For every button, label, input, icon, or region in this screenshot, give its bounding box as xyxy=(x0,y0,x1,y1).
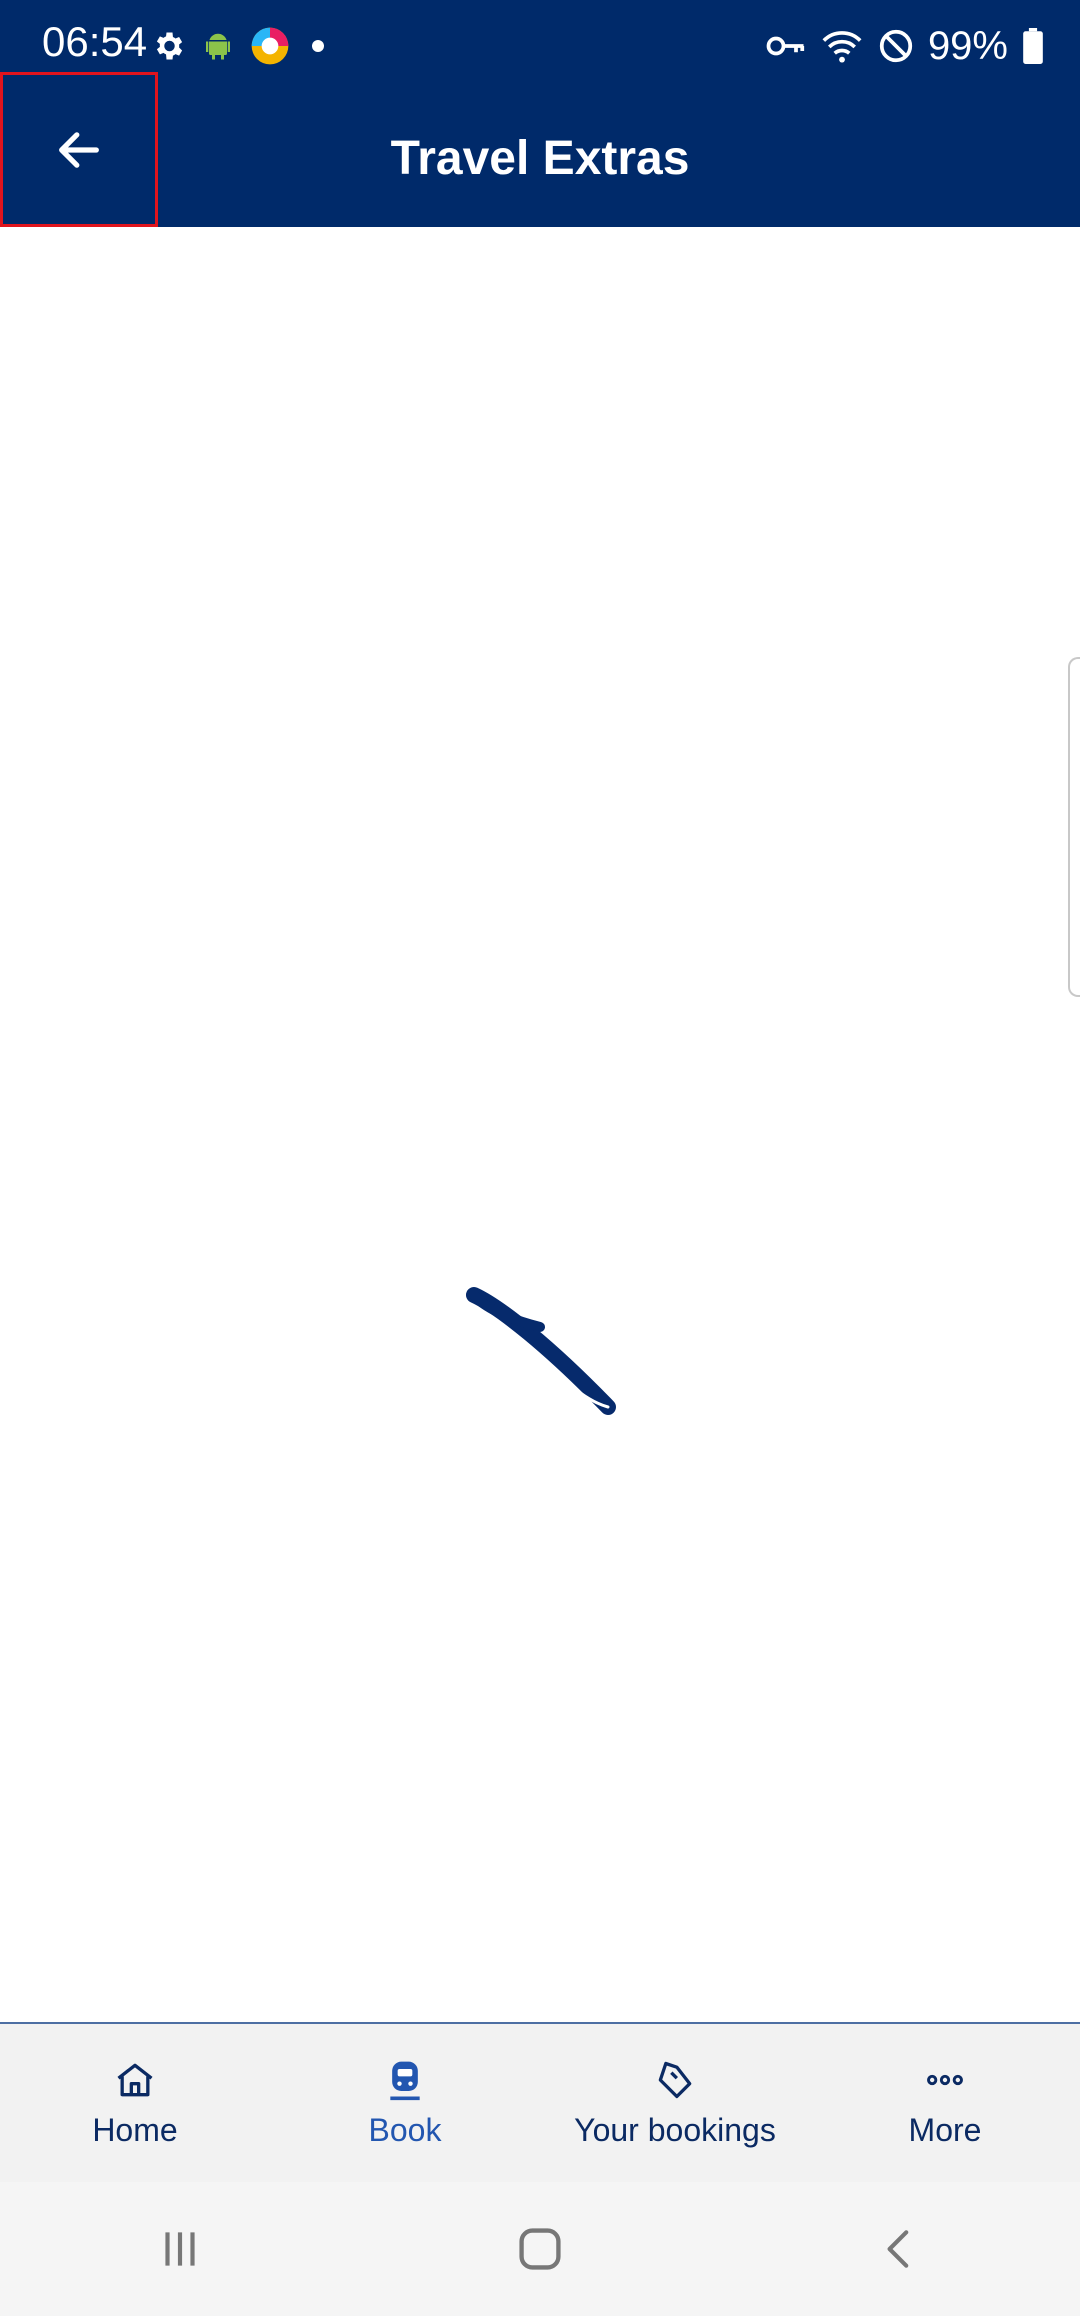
chevron-left-icon xyxy=(887,2230,909,2268)
more-dots-icon xyxy=(927,2074,963,2085)
home-square-icon xyxy=(519,2228,561,2270)
android-icon xyxy=(206,33,230,60)
ticket-icon xyxy=(658,2061,692,2098)
vpn-key-icon xyxy=(766,36,805,56)
content-area xyxy=(0,227,1080,2022)
system-navigation-bar xyxy=(0,2182,1080,2316)
back-system-button[interactable] xyxy=(820,2199,980,2299)
status-bar: 06:54 99% xyxy=(0,0,1080,90)
wifi-icon xyxy=(822,31,862,63)
home-system-button[interactable] xyxy=(460,2199,620,2299)
status-right-icons: 99% xyxy=(766,22,1044,70)
recent-apps-icon xyxy=(165,2232,195,2266)
nav-item-your-bookings[interactable]: Your bookings xyxy=(540,2024,810,2182)
app-logo-icon xyxy=(251,27,289,65)
app-bar: Travel Extras xyxy=(0,90,1080,227)
status-time: 06:54 xyxy=(42,18,148,65)
side-panel-handle[interactable] xyxy=(1068,657,1080,997)
recent-apps-button[interactable] xyxy=(100,2199,260,2299)
battery-percentage: 99% xyxy=(927,23,1008,68)
settings-gear-icon xyxy=(156,32,183,60)
nav-item-label: Your bookings xyxy=(574,2111,776,2148)
nav-item-label: Home xyxy=(92,2111,178,2148)
battery-icon xyxy=(1023,28,1043,64)
nav-item-label: More xyxy=(908,2111,982,2148)
nav-item-home[interactable]: Home xyxy=(0,2024,270,2182)
nav-item-more[interactable]: More xyxy=(810,2024,1080,2182)
page-title: Travel Extras xyxy=(390,132,690,185)
do-not-disturb-icon xyxy=(879,29,913,63)
notification-dot-icon xyxy=(312,40,324,52)
bottom-navigation: Home Book Your bookings More xyxy=(0,2022,1080,2182)
arrow-left-icon xyxy=(59,131,99,168)
nav-item-label: Book xyxy=(368,2111,442,2148)
home-icon xyxy=(117,2063,153,2096)
train-icon xyxy=(390,2061,420,2100)
loading-spinner-icon xyxy=(466,1287,616,1415)
status-left-icons xyxy=(150,24,324,68)
nav-item-book[interactable]: Book xyxy=(270,2024,540,2182)
back-button[interactable] xyxy=(0,72,158,227)
